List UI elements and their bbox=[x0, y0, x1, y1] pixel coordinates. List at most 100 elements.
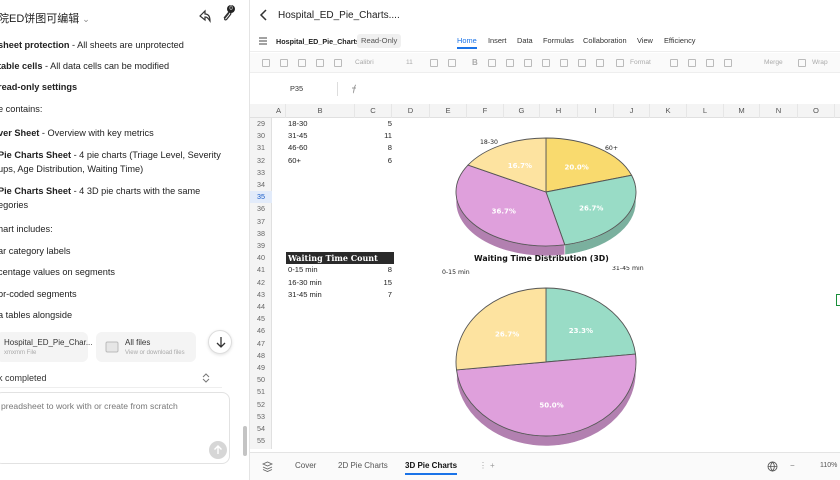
hamburger-menu-icon[interactable] bbox=[259, 37, 267, 45]
row-header[interactable]: 52 bbox=[250, 399, 272, 411]
align-center-icon[interactable] bbox=[688, 59, 696, 67]
table-cell-label[interactable]: 0-15 min bbox=[288, 264, 318, 276]
column-header[interactable]: J bbox=[614, 104, 650, 118]
menu-tab-collaboration[interactable]: Collaboration bbox=[583, 36, 627, 45]
bold-icon[interactable]: B bbox=[472, 58, 478, 67]
conditional-format-icon[interactable] bbox=[616, 59, 624, 67]
table-cell-value[interactable]: 5 bbox=[362, 118, 392, 130]
redo-icon[interactable] bbox=[280, 59, 288, 67]
borders-icon[interactable] bbox=[578, 59, 586, 67]
format-painter-icon[interactable] bbox=[298, 59, 306, 67]
percent-icon[interactable] bbox=[334, 59, 342, 67]
menu-tab-data[interactable]: Data bbox=[517, 36, 533, 45]
zoom-out-icon[interactable]: − bbox=[790, 461, 795, 470]
table-cell-label[interactable]: 16-30 min bbox=[288, 277, 322, 289]
row-header[interactable]: 45 bbox=[250, 313, 272, 325]
sheets-menu-icon[interactable] bbox=[262, 461, 273, 472]
column-header[interactable]: C bbox=[355, 104, 392, 118]
column-header[interactable]: O bbox=[798, 104, 835, 118]
collapse-icon[interactable] bbox=[201, 373, 211, 383]
row-header[interactable]: 44 bbox=[250, 301, 272, 313]
column-header[interactable]: I bbox=[578, 104, 614, 118]
menu-tab-efficiency[interactable]: Efficiency bbox=[664, 36, 696, 45]
row-header[interactable]: 51 bbox=[250, 386, 272, 398]
underline-icon[interactable] bbox=[506, 59, 514, 67]
share-icon[interactable] bbox=[198, 9, 212, 23]
row-header[interactable]: 36 bbox=[250, 203, 272, 215]
row-header[interactable]: 48 bbox=[250, 350, 272, 362]
merge-icon[interactable] bbox=[724, 59, 732, 67]
fill-color-icon[interactable] bbox=[560, 59, 568, 67]
tab-cover[interactable]: Cover bbox=[295, 461, 316, 470]
row-header[interactable]: 40 bbox=[250, 252, 272, 264]
row-header[interactable]: 30 bbox=[250, 130, 272, 142]
scroll-down-button[interactable] bbox=[208, 330, 232, 354]
table-cell-label[interactable]: 60+ bbox=[288, 155, 301, 167]
all-files-card[interactable]: All files View or download files bbox=[96, 332, 196, 362]
format-button[interactable]: Format bbox=[630, 59, 651, 66]
row-header[interactable]: 33 bbox=[250, 167, 272, 179]
chat-scrollbar[interactable] bbox=[243, 426, 247, 456]
column-header[interactable]: L bbox=[687, 104, 724, 118]
menu-tab-formulas[interactable]: Formulas bbox=[543, 36, 574, 45]
selection-handle[interactable] bbox=[836, 294, 840, 306]
table-cell-label[interactable]: 31-45 bbox=[288, 130, 307, 142]
table-cell-value[interactable]: 11 bbox=[362, 130, 392, 142]
clear-format-icon[interactable] bbox=[316, 59, 324, 67]
table-cell-value[interactable]: 6 bbox=[362, 155, 392, 167]
table-cell-value[interactable]: 7 bbox=[362, 289, 392, 301]
menu-tab-view[interactable]: View bbox=[637, 36, 653, 45]
row-header[interactable]: 42 bbox=[250, 277, 272, 289]
table-cell-value[interactable]: 15 bbox=[362, 277, 392, 289]
name-box[interactable]: P35 bbox=[278, 82, 338, 96]
column-header[interactable]: G bbox=[504, 104, 540, 118]
row-header[interactable]: 54 bbox=[250, 423, 272, 435]
font-family-select[interactable]: Calibri bbox=[355, 59, 374, 66]
column-header[interactable]: H bbox=[540, 104, 578, 118]
menu-tab-insert[interactable]: Insert bbox=[488, 36, 506, 45]
back-icon[interactable] bbox=[258, 9, 270, 21]
undo-icon[interactable] bbox=[262, 59, 270, 67]
strikethrough-icon[interactable] bbox=[524, 59, 532, 67]
waiting-time-table-header[interactable]: Waiting Time Count bbox=[286, 252, 394, 264]
chat-input[interactable]: preadsheet to work with or create from s… bbox=[0, 392, 230, 464]
row-header[interactable]: 56 bbox=[250, 447, 272, 449]
table-cell-value[interactable]: 8 bbox=[362, 142, 392, 154]
age-distribution-pie-chart[interactable]: 20.0% 26.7% 36.7% 16.7% 18-30 60+ bbox=[446, 130, 646, 256]
more-sheets-icon[interactable]: ⋮ bbox=[479, 461, 487, 470]
column-header[interactable]: N bbox=[760, 104, 798, 118]
row-header[interactable]: 32 bbox=[250, 155, 272, 167]
row-header[interactable]: 50 bbox=[250, 374, 272, 386]
merge-button[interactable]: Merge bbox=[764, 59, 783, 66]
spreadsheet-grid[interactable]: ABCDEFGHIJKLMNO 29 30 31 32 33 34 35 36 37 38 39 40… bbox=[250, 104, 840, 449]
column-header[interactable]: D bbox=[392, 104, 430, 118]
tab-2d-pie-charts[interactable]: 2D Pie Charts bbox=[338, 461, 388, 470]
globe-icon[interactable] bbox=[767, 461, 778, 472]
font-size-select[interactable]: 11 bbox=[406, 59, 413, 66]
chevron-down-icon[interactable]: ⌄ bbox=[82, 14, 90, 24]
column-header[interactable]: E bbox=[430, 104, 467, 118]
row-header[interactable]: 49 bbox=[250, 362, 272, 374]
zoom-level[interactable]: 110% bbox=[820, 462, 837, 469]
table-cell-label[interactable]: 31-45 min bbox=[288, 289, 322, 301]
decrease-font-icon[interactable] bbox=[448, 59, 456, 67]
chat-title[interactable]: 院ED饼图可编辑 ⌄ bbox=[0, 10, 90, 26]
row-header[interactable]: 43 bbox=[250, 289, 272, 301]
column-header[interactable]: K bbox=[650, 104, 687, 118]
align-middle-icon[interactable] bbox=[706, 59, 714, 67]
send-button[interactable] bbox=[209, 441, 227, 459]
increase-font-icon[interactable] bbox=[430, 59, 438, 67]
wrap-button[interactable]: Wrap bbox=[812, 59, 828, 66]
column-header[interactable]: M bbox=[724, 104, 760, 118]
row-header[interactable]: 38 bbox=[250, 228, 272, 240]
menu-tab-home[interactable]: Home bbox=[457, 36, 477, 49]
row-header[interactable]: 39 bbox=[250, 240, 272, 252]
add-sheet-icon[interactable]: + bbox=[490, 461, 495, 470]
row-header[interactable]: 35 bbox=[250, 191, 272, 204]
row-header[interactable]: 34 bbox=[250, 179, 272, 191]
task-status-row[interactable]: k completed bbox=[0, 368, 222, 388]
fill-bucket-icon[interactable] bbox=[596, 59, 604, 67]
row-header[interactable]: 37 bbox=[250, 216, 272, 228]
align-left-icon[interactable] bbox=[670, 59, 678, 67]
column-header[interactable]: F bbox=[467, 104, 504, 118]
